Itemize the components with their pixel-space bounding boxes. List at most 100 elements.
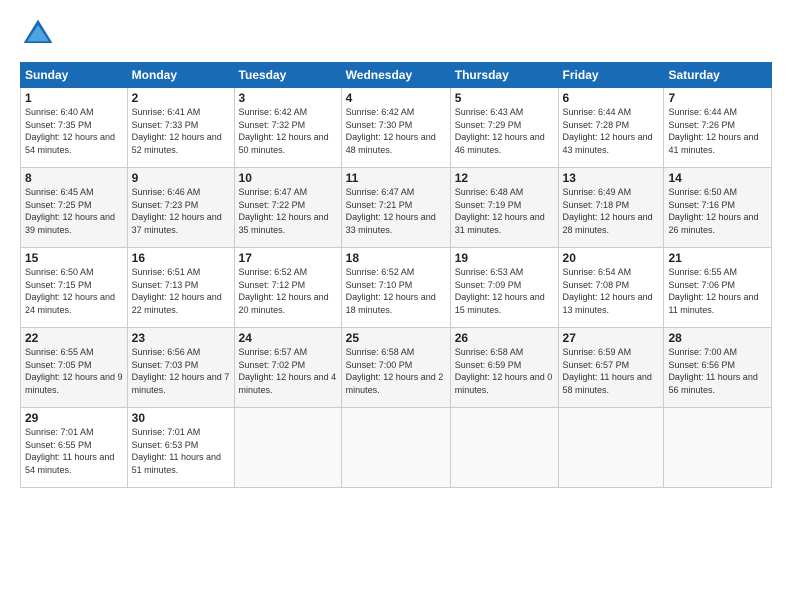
day-number: 1: [25, 91, 123, 105]
day-info: Sunrise: 6:59 AMSunset: 6:57 PMDaylight:…: [563, 347, 652, 395]
col-header-monday: Monday: [127, 63, 234, 88]
day-number: 19: [455, 251, 554, 265]
day-number: 11: [346, 171, 446, 185]
day-info: Sunrise: 6:48 AMSunset: 7:19 PMDaylight:…: [455, 187, 545, 235]
calendar-table: SundayMondayTuesdayWednesdayThursdayFrid…: [20, 62, 772, 488]
calendar-week-2: 8 Sunrise: 6:45 AMSunset: 7:25 PMDayligh…: [21, 168, 772, 248]
calendar-cell: [558, 408, 664, 488]
day-info: Sunrise: 7:01 AMSunset: 6:55 PMDaylight:…: [25, 427, 114, 475]
day-number: 26: [455, 331, 554, 345]
calendar-cell: 15 Sunrise: 6:50 AMSunset: 7:15 PMDaylig…: [21, 248, 128, 328]
day-info: Sunrise: 6:58 AMSunset: 6:59 PMDaylight:…: [455, 347, 553, 395]
col-header-thursday: Thursday: [450, 63, 558, 88]
page-header: [20, 16, 772, 52]
calendar-cell: 10 Sunrise: 6:47 AMSunset: 7:22 PMDaylig…: [234, 168, 341, 248]
calendar-cell: 1 Sunrise: 6:40 AMSunset: 7:35 PMDayligh…: [21, 88, 128, 168]
logo-icon: [20, 16, 56, 52]
calendar-cell: 19 Sunrise: 6:53 AMSunset: 7:09 PMDaylig…: [450, 248, 558, 328]
day-info: Sunrise: 6:52 AMSunset: 7:10 PMDaylight:…: [346, 267, 436, 315]
calendar-week-3: 15 Sunrise: 6:50 AMSunset: 7:15 PMDaylig…: [21, 248, 772, 328]
day-info: Sunrise: 6:46 AMSunset: 7:23 PMDaylight:…: [132, 187, 222, 235]
calendar-cell: 11 Sunrise: 6:47 AMSunset: 7:21 PMDaylig…: [341, 168, 450, 248]
day-number: 3: [239, 91, 337, 105]
day-info: Sunrise: 6:45 AMSunset: 7:25 PMDaylight:…: [25, 187, 115, 235]
day-info: Sunrise: 6:55 AMSunset: 7:05 PMDaylight:…: [25, 347, 123, 395]
calendar-cell: 25 Sunrise: 6:58 AMSunset: 7:00 PMDaylig…: [341, 328, 450, 408]
day-number: 4: [346, 91, 446, 105]
calendar-cell: 23 Sunrise: 6:56 AMSunset: 7:03 PMDaylig…: [127, 328, 234, 408]
day-number: 15: [25, 251, 123, 265]
day-info: Sunrise: 6:49 AMSunset: 7:18 PMDaylight:…: [563, 187, 653, 235]
calendar-week-1: 1 Sunrise: 6:40 AMSunset: 7:35 PMDayligh…: [21, 88, 772, 168]
col-header-sunday: Sunday: [21, 63, 128, 88]
day-number: 8: [25, 171, 123, 185]
calendar-cell: 21 Sunrise: 6:55 AMSunset: 7:06 PMDaylig…: [664, 248, 772, 328]
day-number: 2: [132, 91, 230, 105]
day-info: Sunrise: 6:55 AMSunset: 7:06 PMDaylight:…: [668, 267, 758, 315]
calendar-cell: 30 Sunrise: 7:01 AMSunset: 6:53 PMDaylig…: [127, 408, 234, 488]
day-number: 25: [346, 331, 446, 345]
day-number: 13: [563, 171, 660, 185]
calendar-cell: 22 Sunrise: 6:55 AMSunset: 7:05 PMDaylig…: [21, 328, 128, 408]
day-info: Sunrise: 6:53 AMSunset: 7:09 PMDaylight:…: [455, 267, 545, 315]
day-info: Sunrise: 6:57 AMSunset: 7:02 PMDaylight:…: [239, 347, 337, 395]
calendar-cell: [450, 408, 558, 488]
calendar-cell: 18 Sunrise: 6:52 AMSunset: 7:10 PMDaylig…: [341, 248, 450, 328]
day-number: 6: [563, 91, 660, 105]
day-info: Sunrise: 6:54 AMSunset: 7:08 PMDaylight:…: [563, 267, 653, 315]
calendar-cell: [664, 408, 772, 488]
calendar-cell: 12 Sunrise: 6:48 AMSunset: 7:19 PMDaylig…: [450, 168, 558, 248]
calendar-cell: 17 Sunrise: 6:52 AMSunset: 7:12 PMDaylig…: [234, 248, 341, 328]
calendar-cell: 28 Sunrise: 7:00 AMSunset: 6:56 PMDaylig…: [664, 328, 772, 408]
calendar-cell: 26 Sunrise: 6:58 AMSunset: 6:59 PMDaylig…: [450, 328, 558, 408]
day-number: 16: [132, 251, 230, 265]
day-info: Sunrise: 6:44 AMSunset: 7:26 PMDaylight:…: [668, 107, 758, 155]
calendar-week-5: 29 Sunrise: 7:01 AMSunset: 6:55 PMDaylig…: [21, 408, 772, 488]
day-number: 23: [132, 331, 230, 345]
calendar-cell: 9 Sunrise: 6:46 AMSunset: 7:23 PMDayligh…: [127, 168, 234, 248]
col-header-tuesday: Tuesday: [234, 63, 341, 88]
day-number: 14: [668, 171, 767, 185]
col-header-friday: Friday: [558, 63, 664, 88]
calendar-cell: 13 Sunrise: 6:49 AMSunset: 7:18 PMDaylig…: [558, 168, 664, 248]
calendar-cell: 20 Sunrise: 6:54 AMSunset: 7:08 PMDaylig…: [558, 248, 664, 328]
day-number: 18: [346, 251, 446, 265]
calendar-cell: 24 Sunrise: 6:57 AMSunset: 7:02 PMDaylig…: [234, 328, 341, 408]
calendar-header-row: SundayMondayTuesdayWednesdayThursdayFrid…: [21, 63, 772, 88]
day-number: 29: [25, 411, 123, 425]
day-number: 21: [668, 251, 767, 265]
calendar-cell: 3 Sunrise: 6:42 AMSunset: 7:32 PMDayligh…: [234, 88, 341, 168]
day-number: 7: [668, 91, 767, 105]
day-number: 24: [239, 331, 337, 345]
day-number: 28: [668, 331, 767, 345]
day-info: Sunrise: 6:50 AMSunset: 7:16 PMDaylight:…: [668, 187, 758, 235]
calendar-cell: [341, 408, 450, 488]
day-info: Sunrise: 6:58 AMSunset: 7:00 PMDaylight:…: [346, 347, 444, 395]
col-header-saturday: Saturday: [664, 63, 772, 88]
calendar-cell: 2 Sunrise: 6:41 AMSunset: 7:33 PMDayligh…: [127, 88, 234, 168]
calendar-cell: 8 Sunrise: 6:45 AMSunset: 7:25 PMDayligh…: [21, 168, 128, 248]
day-number: 10: [239, 171, 337, 185]
day-number: 12: [455, 171, 554, 185]
calendar-week-4: 22 Sunrise: 6:55 AMSunset: 7:05 PMDaylig…: [21, 328, 772, 408]
day-number: 5: [455, 91, 554, 105]
day-info: Sunrise: 6:56 AMSunset: 7:03 PMDaylight:…: [132, 347, 230, 395]
logo: [20, 16, 60, 52]
day-number: 30: [132, 411, 230, 425]
day-info: Sunrise: 6:41 AMSunset: 7:33 PMDaylight:…: [132, 107, 222, 155]
calendar-cell: [234, 408, 341, 488]
day-number: 20: [563, 251, 660, 265]
calendar-page: SundayMondayTuesdayWednesdayThursdayFrid…: [0, 0, 792, 612]
calendar-cell: 7 Sunrise: 6:44 AMSunset: 7:26 PMDayligh…: [664, 88, 772, 168]
calendar-cell: 16 Sunrise: 6:51 AMSunset: 7:13 PMDaylig…: [127, 248, 234, 328]
day-info: Sunrise: 6:47 AMSunset: 7:21 PMDaylight:…: [346, 187, 436, 235]
day-info: Sunrise: 7:00 AMSunset: 6:56 PMDaylight:…: [668, 347, 757, 395]
calendar-cell: 6 Sunrise: 6:44 AMSunset: 7:28 PMDayligh…: [558, 88, 664, 168]
day-number: 9: [132, 171, 230, 185]
calendar-cell: 27 Sunrise: 6:59 AMSunset: 6:57 PMDaylig…: [558, 328, 664, 408]
day-info: Sunrise: 7:01 AMSunset: 6:53 PMDaylight:…: [132, 427, 221, 475]
day-info: Sunrise: 6:40 AMSunset: 7:35 PMDaylight:…: [25, 107, 115, 155]
calendar-cell: 14 Sunrise: 6:50 AMSunset: 7:16 PMDaylig…: [664, 168, 772, 248]
day-info: Sunrise: 6:42 AMSunset: 7:32 PMDaylight:…: [239, 107, 329, 155]
day-info: Sunrise: 6:50 AMSunset: 7:15 PMDaylight:…: [25, 267, 115, 315]
